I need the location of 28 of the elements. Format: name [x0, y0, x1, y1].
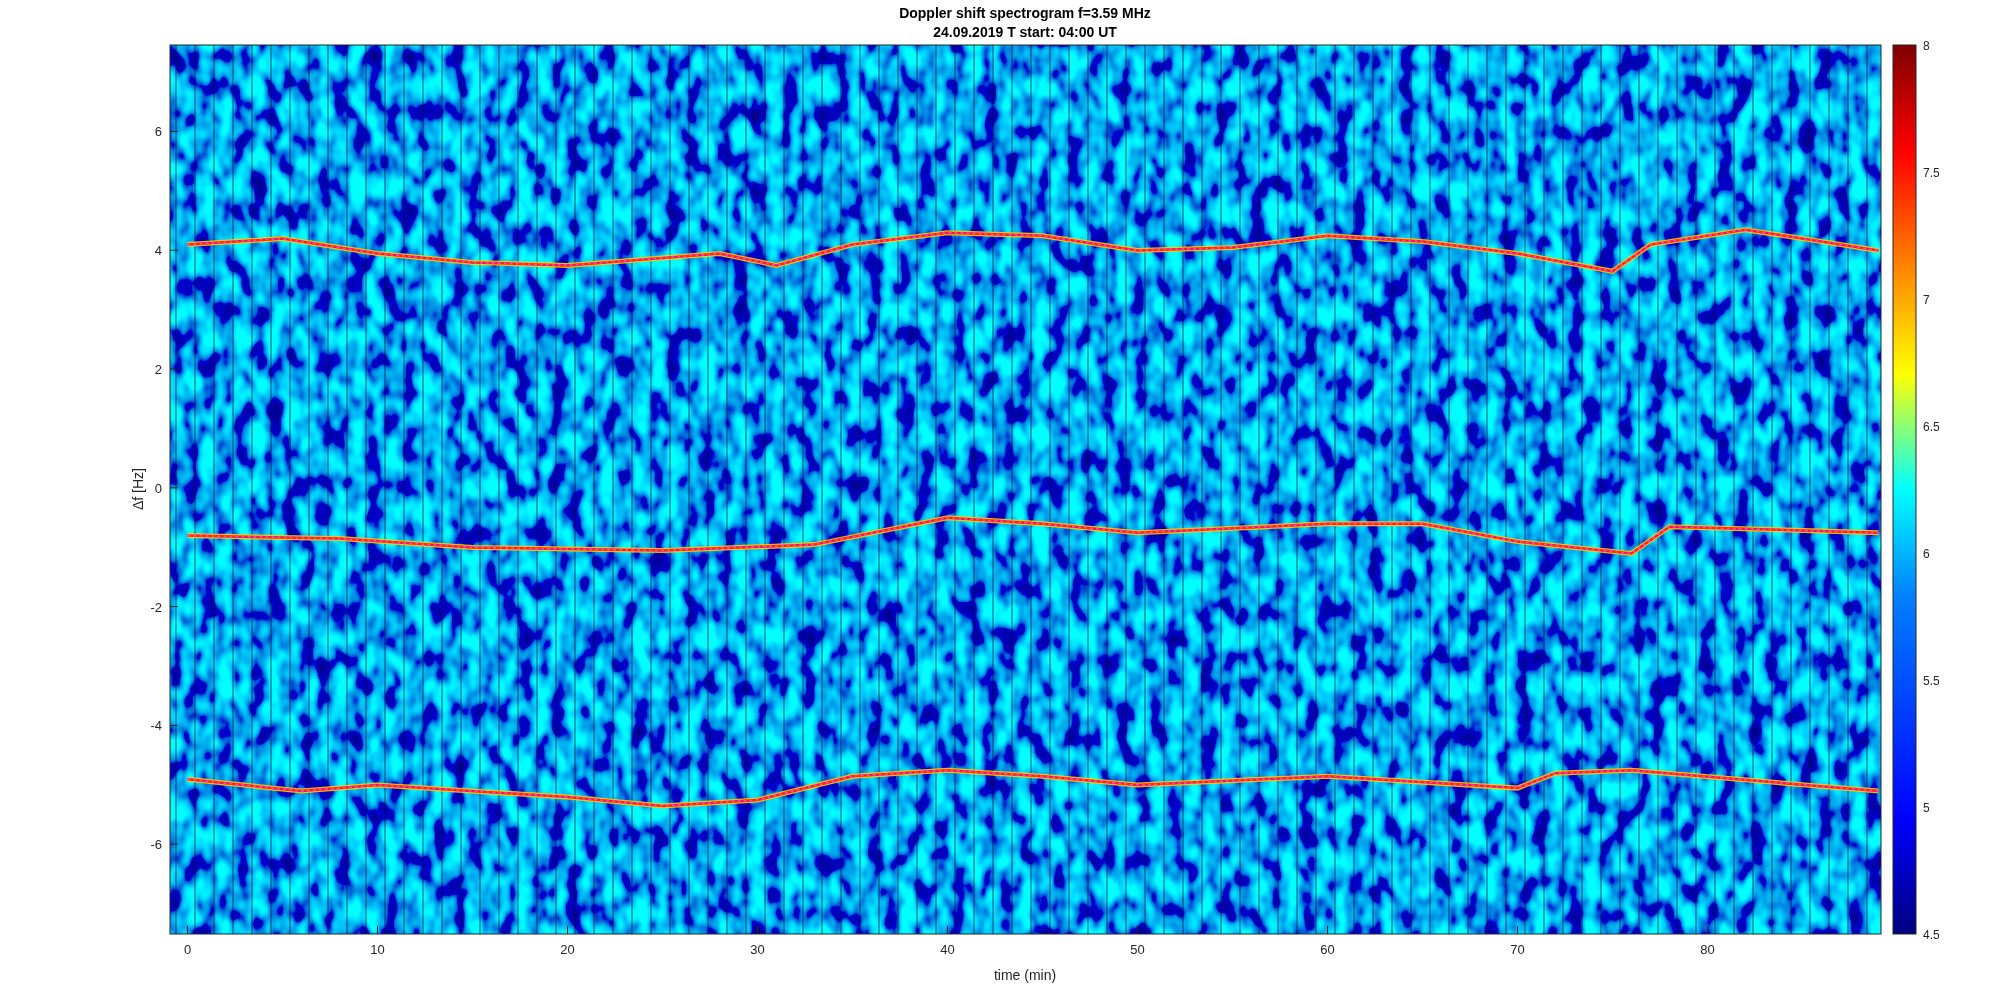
x-tick-label: 70	[1510, 942, 1525, 957]
chart-title: Doppler shift spectrogram f=3.59 MHz	[899, 5, 1151, 21]
colorbar-tick-label: 4.5	[1923, 928, 1940, 942]
y-tick-label: 6	[154, 124, 162, 140]
colorbar-tick-label: 5	[1923, 801, 1930, 815]
y-tick-label: 4	[154, 243, 162, 259]
x-tick-label: 50	[1130, 942, 1145, 957]
colorbar-tick-label: 6.5	[1923, 420, 1940, 434]
y-tick-label: -4	[150, 718, 162, 734]
colorbar-tick-label: 5.5	[1923, 674, 1940, 688]
y-tick-label: 0	[154, 480, 162, 496]
y-tick-label: -2	[150, 599, 162, 615]
x-tick-label: 20	[560, 942, 575, 957]
colorbar-tick-label: 7	[1923, 293, 1930, 307]
y-tick-label: 2	[154, 362, 162, 377]
x-tick-label: 40	[940, 942, 955, 957]
x-tick-label: 10	[370, 942, 385, 957]
colorbar-tick-label: 8	[1923, 39, 1930, 53]
colorbar-tick-label: 7.5	[1923, 166, 1940, 180]
x-tick-label: 30	[750, 942, 765, 957]
x-axis-label: time (min)	[993, 967, 1057, 983]
y-tick-label: -6	[150, 837, 162, 853]
chart-subtitle: 24.09.2019 T start: 04:00 UT	[933, 24, 1117, 40]
x-tick-label: 60	[1320, 942, 1335, 957]
x-tick-label: 80	[1700, 942, 1715, 957]
y-axis-label: Δf [Hz]	[130, 468, 146, 510]
x-tick-label: 0	[183, 942, 192, 957]
colorbar-tick-label: 6	[1923, 547, 1930, 561]
